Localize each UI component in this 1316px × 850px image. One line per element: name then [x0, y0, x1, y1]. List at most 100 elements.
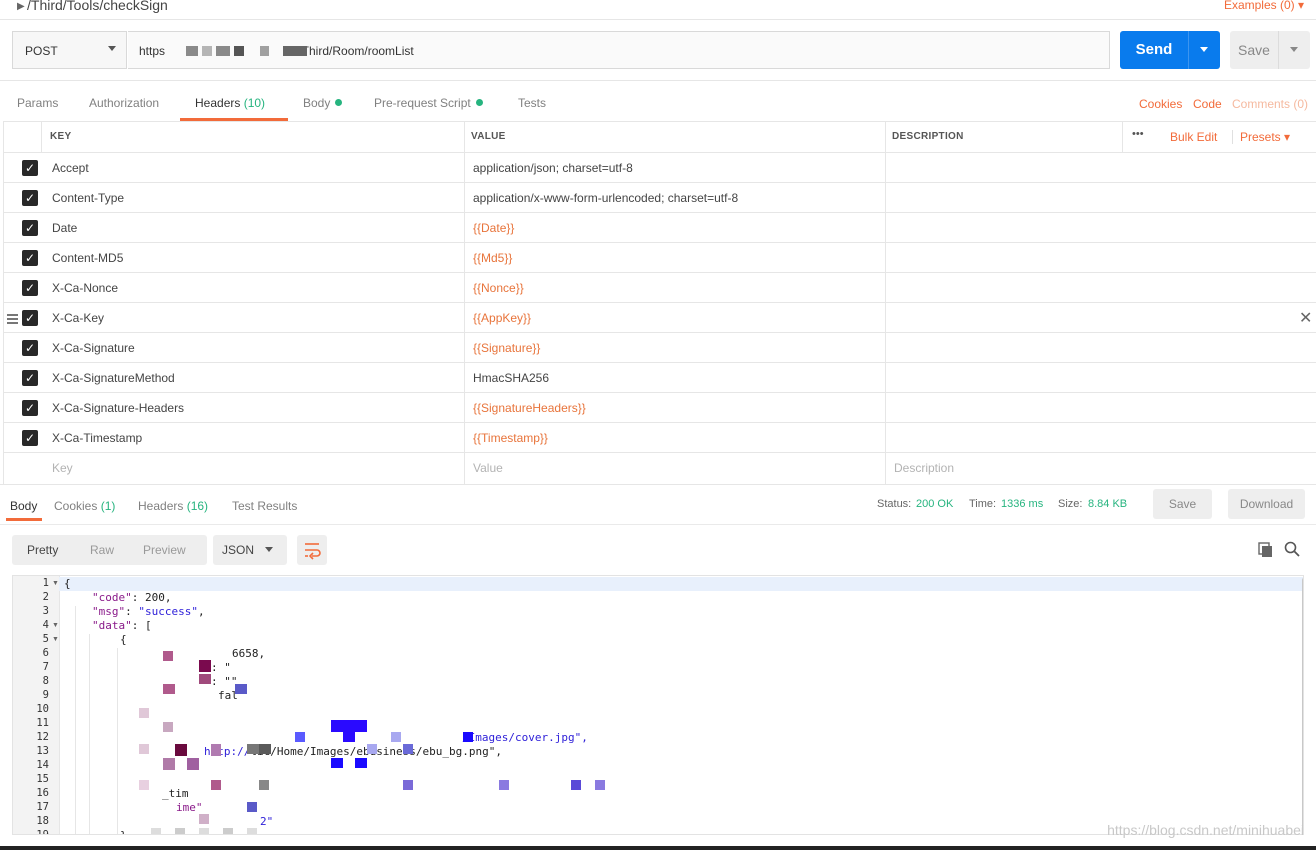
presets-dropdown[interactable]: Presets ▾: [1240, 130, 1290, 144]
new-description-input[interactable]: Description: [894, 461, 954, 475]
fold-arrow-icon[interactable]: ▼: [52, 580, 59, 587]
response-tab-headers-count: (16): [186, 499, 209, 513]
tab-pre-request-script[interactable]: Pre-request Script: [374, 96, 483, 110]
format-pretty[interactable]: Pretty: [27, 543, 58, 557]
checkbox[interactable]: ✓: [22, 280, 38, 296]
header-key[interactable]: X-Ca-Signature: [52, 341, 135, 355]
download-button[interactable]: Download: [1228, 489, 1305, 519]
format-raw[interactable]: Raw: [90, 543, 114, 557]
header-key[interactable]: X-Ca-Timestamp: [52, 431, 142, 445]
response-tab-test-results[interactable]: Test Results: [232, 499, 297, 513]
checkbox[interactable]: ✓: [22, 220, 38, 236]
tab-body[interactable]: Body: [303, 96, 343, 110]
chevron-down-icon[interactable]: [1200, 47, 1208, 52]
header-value[interactable]: HmacSHA256: [473, 371, 549, 385]
time-value[interactable]: 1336 ms: [1001, 498, 1043, 510]
tab-tests[interactable]: Tests: [518, 96, 546, 110]
new-value-input[interactable]: Value: [473, 461, 503, 475]
response-tab-body[interactable]: Body: [10, 499, 37, 513]
status-value[interactable]: 200 OK: [916, 498, 953, 510]
header-value[interactable]: {{Timestamp}}: [473, 431, 548, 445]
more-icon[interactable]: •••: [1132, 128, 1144, 140]
cookies-link[interactable]: Cookies: [1139, 97, 1182, 111]
active-line-highlight: [59, 577, 1303, 591]
header-key[interactable]: Accept: [52, 161, 89, 175]
header-key[interactable]: X-Ca-Key: [52, 311, 104, 325]
column-header-value: VALUE: [471, 131, 506, 142]
tab-params[interactable]: Params: [17, 96, 58, 110]
header-key[interactable]: X-Ca-Signature-Headers: [52, 401, 184, 415]
close-icon[interactable]: ✕: [1299, 308, 1312, 328]
scrollbar[interactable]: [1302, 578, 1303, 834]
table-row: ✓ Content-Type application/x-www-form-ur…: [3, 183, 1316, 213]
redaction-mask: [283, 46, 307, 56]
redaction-pixel: [247, 744, 259, 754]
checkbox[interactable]: ✓: [22, 310, 38, 326]
code-line: /Images/cover.jpg",: [462, 731, 588, 744]
checkbox[interactable]: ✓: [22, 430, 38, 446]
send-button[interactable]: Send: [1120, 31, 1220, 69]
redaction-pixel: [331, 720, 367, 732]
checkbox[interactable]: ✓: [22, 340, 38, 356]
redaction-pixel: [343, 732, 355, 742]
comments-link[interactable]: Comments (0): [1232, 97, 1308, 111]
save-button[interactable]: Save: [1230, 31, 1310, 69]
header-key[interactable]: X-Ca-SignatureMethod: [52, 371, 175, 385]
line-number: 14: [36, 759, 49, 771]
url-input[interactable]: https m//Third/Room/roomList: [128, 31, 1110, 69]
copy-icon[interactable]: [1258, 542, 1274, 558]
new-key-input[interactable]: Key: [52, 461, 73, 475]
search-icon[interactable]: [1284, 541, 1300, 557]
bulk-edit-link[interactable]: Bulk Edit: [1170, 130, 1217, 144]
fold-arrow-icon[interactable]: ▼: [52, 636, 59, 643]
fold-arrow-icon[interactable]: ▼: [52, 622, 59, 629]
drag-handle-icon[interactable]: [7, 314, 18, 326]
response-body-editor[interactable]: 1 ▼{2 "code": 200, 3 "msg": "success", 4 ▼ "dat…: [12, 575, 1304, 835]
header-value[interactable]: {{SignatureHeaders}}: [473, 401, 586, 415]
format-type-select[interactable]: JSON: [213, 535, 287, 565]
wrap-lines-button[interactable]: [297, 535, 327, 565]
examples-dropdown[interactable]: Examples (0) ▾: [1224, 0, 1304, 12]
code-line: "msg": "success",: [92, 605, 205, 618]
line-number: 1: [42, 577, 49, 589]
status-dot-icon: [475, 99, 483, 106]
response-tab-headers[interactable]: Headers (16): [138, 499, 208, 513]
code-link[interactable]: Code: [1193, 97, 1222, 111]
tab-body-label: Body: [303, 96, 331, 110]
expand-caret-icon[interactable]: ▶: [17, 1, 25, 12]
redaction-pixel: [247, 802, 257, 812]
table-row: ✓ Accept application/json; charset=utf-8: [3, 153, 1316, 183]
header-value[interactable]: {{AppKey}}: [473, 311, 531, 325]
checkbox[interactable]: ✓: [22, 190, 38, 206]
checkbox[interactable]: ✓: [22, 160, 38, 176]
request-name[interactable]: /Third/Tools/checkSign: [27, 0, 168, 13]
tab-authorization[interactable]: Authorization: [89, 96, 159, 110]
save-response-button[interactable]: Save: [1153, 489, 1212, 519]
size-value[interactable]: 8.84 KB: [1088, 498, 1127, 510]
header-key[interactable]: X-Ca-Nonce: [52, 281, 118, 295]
chevron-down-icon[interactable]: [1290, 47, 1298, 52]
save-divider: [1278, 31, 1279, 69]
format-preview[interactable]: Preview: [143, 543, 186, 557]
checkbox[interactable]: ✓: [22, 400, 38, 416]
checkbox[interactable]: ✓: [22, 250, 38, 266]
line-number: 2: [42, 591, 49, 603]
response-tab-cookies[interactable]: Cookies (1): [54, 499, 115, 513]
checkbox[interactable]: ✓: [22, 370, 38, 386]
code-line: : ": [211, 661, 231, 674]
header-value[interactable]: application/x-www-form-urlencoded; chars…: [473, 191, 738, 205]
line-number: 17: [36, 801, 49, 813]
method-select[interactable]: POST: [12, 31, 127, 69]
save-label: Save: [1238, 42, 1270, 58]
header-value[interactable]: {{Md5}}: [473, 251, 512, 265]
header-key[interactable]: Content-Type: [52, 191, 124, 205]
header-value[interactable]: {{Signature}}: [473, 341, 540, 355]
send-label: Send: [1135, 41, 1173, 58]
header-value[interactable]: application/json; charset=utf-8: [473, 161, 633, 175]
header-key[interactable]: Date: [52, 221, 77, 235]
header-key[interactable]: Content-MD5: [52, 251, 123, 265]
header-value[interactable]: {{Date}}: [473, 221, 514, 235]
header-value[interactable]: {{Nonce}}: [473, 281, 524, 295]
tab-headers[interactable]: Headers (10): [195, 96, 265, 110]
chevron-down-icon: [108, 46, 116, 51]
